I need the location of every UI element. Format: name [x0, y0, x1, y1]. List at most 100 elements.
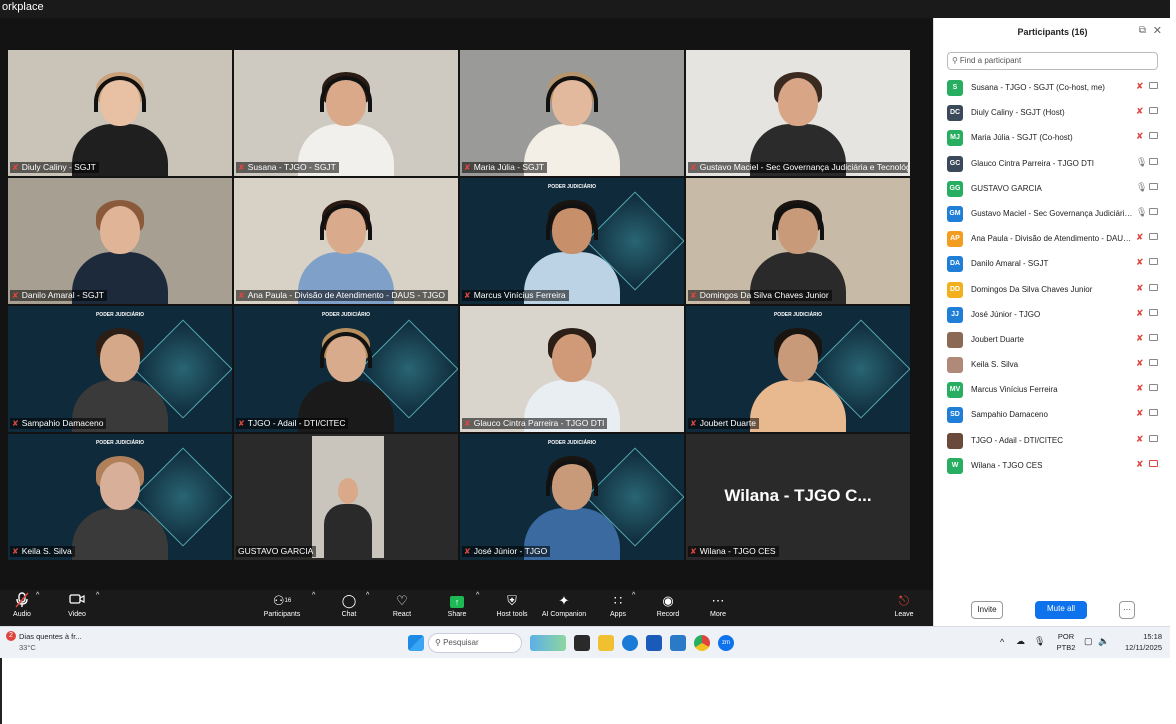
participant-row[interactable]: W Wilana - TJGO CES ✘ — [947, 454, 1167, 479]
video-tile[interactable]: ✘ Ana Paula - Divisão de Atendimento - DA… — [234, 178, 458, 304]
participant-row[interactable]: GG GUSTAVO GARCIA 🎙 — [947, 177, 1167, 202]
video-tile[interactable]: PODER JUDICIÁRIO ✘ Sampahio Damaceno — [8, 306, 232, 432]
share-button[interactable]: ↑ Share — [440, 592, 474, 624]
audio-button[interactable]: Audio — [4, 592, 40, 624]
weather-icon[interactable]: 2 — [6, 631, 16, 641]
share-chevron-icon[interactable]: ^ — [476, 592, 479, 624]
video-off-icon[interactable] — [1149, 459, 1158, 467]
popout-icon[interactable]: ⧉ — [1139, 25, 1146, 36]
chrome-icon[interactable] — [694, 635, 710, 651]
display-icon[interactable]: ▢ — [1084, 636, 1093, 647]
taskbar-search-input[interactable]: ⚲ Pesquisar — [428, 633, 522, 653]
store-icon[interactable] — [646, 635, 662, 651]
participant-row[interactable]: DC Diuly Caliny - SGJT (Host) ✘ — [947, 101, 1167, 126]
video-off-icon[interactable] — [1149, 384, 1158, 392]
mic-muted-icon[interactable]: ✘ — [1136, 459, 1144, 470]
video-off-icon[interactable] — [1149, 333, 1158, 341]
mic-muted-icon[interactable]: ✘ — [1136, 333, 1144, 344]
video-off-icon[interactable] — [1149, 233, 1158, 241]
participants-button[interactable]: ⚇16 Participants — [258, 592, 306, 624]
video-off-icon[interactable] — [1149, 157, 1158, 165]
mic-icon[interactable]: 🎙 — [1136, 207, 1147, 218]
video-tile[interactable]: PODER JUDICIÁRIO ✘ Marcus Vinícius Ferreir… — [460, 178, 684, 304]
language-indicator[interactable]: POR — [1056, 632, 1076, 641]
video-tile[interactable]: ✘ Susana - TJGO - SGJT — [234, 50, 458, 176]
video-tile[interactable]: ✘ Diuly Caliny - SGJT — [8, 50, 232, 176]
video-tile[interactable]: PODER JUDICIÁRIO ✘ TJGO - Adail - DTI/CITE… — [234, 306, 458, 432]
video-off-icon[interactable] — [1149, 107, 1158, 115]
video-off-icon[interactable] — [1149, 308, 1158, 316]
task-view-icon[interactable] — [574, 635, 590, 651]
mic-muted-icon[interactable]: ✘ — [1136, 408, 1144, 419]
video-off-icon[interactable] — [1149, 258, 1158, 266]
video-tile[interactable]: ✘ Gustavo Maciel - Sec Governança Judiciá… — [686, 50, 910, 176]
participant-row[interactable]: S Susana - TJGO - SGJT (Co-host, me) ✘ — [947, 76, 1167, 101]
video-off-icon[interactable] — [1149, 283, 1158, 291]
video-tile[interactable]: ✘ Maria Júlia - SGJT — [460, 50, 684, 176]
participants-chevron-icon[interactable]: ^ — [312, 592, 315, 624]
video-off-icon[interactable] — [1149, 409, 1158, 417]
mic-muted-icon[interactable]: ✘ — [1136, 131, 1144, 142]
windows-start-icon[interactable] — [408, 635, 424, 651]
participant-row[interactable]: Joubert Duarte ✘ — [947, 328, 1167, 353]
apps-chevron-icon[interactable]: ^ — [632, 592, 635, 624]
mute-all-button[interactable]: Mute all — [1035, 601, 1087, 619]
chat-button[interactable]: ◯ Chat — [332, 592, 366, 624]
video-off-icon[interactable] — [1149, 359, 1158, 367]
cloud-icon[interactable]: ☁ — [1016, 636, 1025, 647]
react-button[interactable]: ♡ React — [386, 592, 418, 624]
mic-muted-icon[interactable]: ✘ — [1136, 232, 1144, 243]
mic-muted-icon[interactable]: ✘ — [1136, 358, 1144, 369]
audio-options-chevron-icon[interactable]: ^ — [36, 592, 39, 624]
mic-muted-icon[interactable]: ✘ — [1136, 383, 1144, 394]
video-button[interactable]: Video — [62, 592, 92, 624]
participant-row[interactable]: Keila S. Silva ✘ — [947, 353, 1167, 378]
participant-row[interactable]: DD Domingos Da Silva Chaves Junior ✘ — [947, 278, 1167, 303]
video-off-icon[interactable] — [1149, 82, 1158, 89]
more-options-button[interactable]: ··· — [1119, 601, 1135, 619]
participant-row[interactable]: JJ José Júnior - TJGO ✘ — [947, 303, 1167, 328]
invite-button[interactable]: Invite — [971, 601, 1003, 619]
video-tile[interactable]: ✘ Glauco Cintra Parreira - TJGO DTI — [460, 306, 684, 432]
edge-browser-icon[interactable] — [622, 635, 638, 651]
mic-muted-icon[interactable]: ✘ — [1136, 308, 1144, 319]
ai-companion-button[interactable]: ✦ AI Companion — [538, 592, 590, 624]
widgets-icon[interactable] — [530, 635, 566, 651]
mic-icon[interactable]: 🎙 — [1136, 157, 1147, 168]
mic-muted-icon[interactable]: ✘ — [1136, 434, 1144, 445]
video-tile[interactable]: PODER JUDICIÁRIO ✘ José Júnior - TJGO — [460, 434, 684, 560]
mic-icon[interactable]: 🎙 — [1136, 182, 1147, 193]
participant-row[interactable]: MV Marcus Vinícius Ferreira ✘ — [947, 378, 1167, 403]
outlook-icon[interactable] — [670, 635, 686, 651]
weather-title[interactable]: Dias quentes à fr... — [19, 632, 82, 641]
video-off-icon[interactable] — [1149, 182, 1158, 190]
participant-row[interactable]: SD Sampahio Damaceno ✘ — [947, 403, 1167, 428]
zoom-app-icon[interactable]: zm — [718, 635, 734, 651]
mic-muted-icon[interactable]: ✘ — [1136, 106, 1144, 117]
video-tile[interactable]: ✘ Danilo Amaral - SGJT — [8, 178, 232, 304]
participant-row[interactable]: MJ Maria Júlia - SGJT (Co-host) ✘ — [947, 126, 1167, 151]
leave-button[interactable]: ⎋ Leave — [888, 592, 920, 624]
video-options-chevron-icon[interactable]: ^ — [96, 592, 99, 624]
participant-row[interactable]: DA Danilo Amaral - SGJT ✘ — [947, 252, 1167, 277]
video-off-icon[interactable] — [1149, 434, 1158, 442]
video-tile[interactable]: PODER JUDICIÁRIO ✘ Joubert Duarte — [686, 306, 910, 432]
chevron-up-icon[interactable]: ^ — [1000, 637, 1004, 647]
participant-search-input[interactable]: ⚲ Find a participant — [947, 52, 1158, 70]
participant-row[interactable]: GM Gustavo Maciel - Sec Governança Judici… — [947, 202, 1167, 227]
video-off-icon[interactable] — [1149, 207, 1158, 215]
mic-muted-icon[interactable]: ✘ — [1136, 283, 1144, 294]
more-button[interactable]: ⋯ More — [702, 592, 734, 624]
mic-icon[interactable]: 🎙 — [1034, 636, 1045, 647]
volume-icon[interactable]: 🔈 — [1098, 636, 1109, 647]
participant-row[interactable]: GC Glauco Cintra Parreira - TJGO DTI 🎙 — [947, 152, 1167, 177]
chat-chevron-icon[interactable]: ^ — [366, 592, 369, 624]
apps-button[interactable]: ∷ Apps — [604, 592, 632, 624]
video-tile[interactable]: Wilana - TJGO C... ✘ Wilana - TJGO CES — [686, 434, 910, 560]
close-icon[interactable]: ✕ — [1153, 24, 1162, 37]
record-button[interactable]: ◉ Record — [652, 592, 684, 624]
mic-muted-icon[interactable]: ✘ — [1136, 81, 1144, 92]
mic-muted-icon[interactable]: ✘ — [1136, 257, 1144, 268]
video-tile[interactable]: GUSTAVO GARCIA — [234, 434, 458, 560]
participant-row[interactable]: AP Ana Paula - Divisão de Atendimento - D… — [947, 227, 1167, 252]
